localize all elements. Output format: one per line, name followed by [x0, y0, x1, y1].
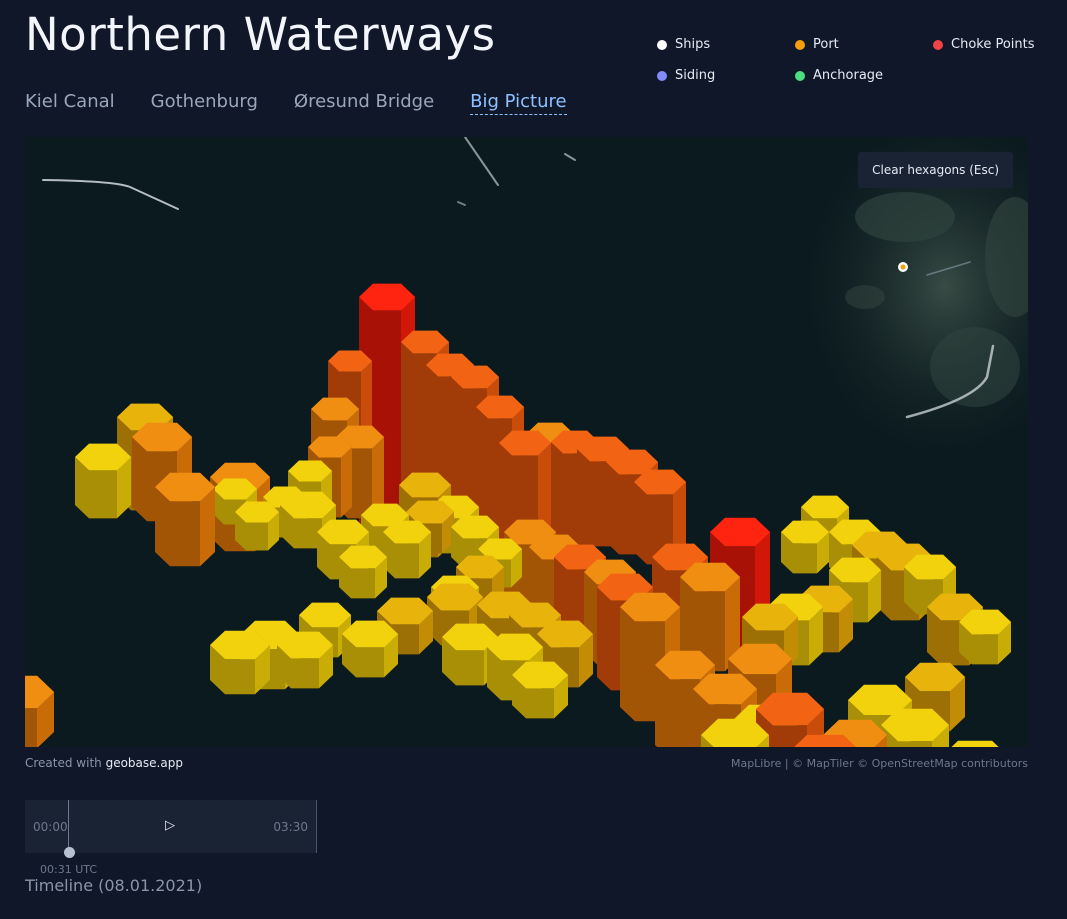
- hexagon-side: [246, 522, 268, 551]
- map-credit: Created with geobase.app: [25, 756, 183, 770]
- hexagon-column[interactable]: [512, 661, 568, 719]
- timeline-current-time: 00:31 UTC: [40, 863, 98, 876]
- tab-bar: Kiel Canal Gothenburg Øresund Bridge Big…: [25, 91, 567, 115]
- hexagon-column[interactable]: [383, 520, 431, 579]
- hexagon-side: [634, 482, 647, 565]
- hexagon-column[interactable]: [339, 545, 387, 599]
- hexagon-side: [291, 658, 319, 689]
- hexagon-side: [793, 543, 817, 574]
- hexagon-layer: [25, 137, 1028, 747]
- port-dot-icon: [795, 39, 805, 50]
- hexagon-side: [620, 607, 635, 722]
- timeline-start: 00:00: [33, 820, 68, 834]
- hexagon-column[interactable]: [75, 443, 131, 519]
- ship-marker-core: [900, 264, 906, 270]
- ships-dot-icon: [657, 39, 667, 50]
- legend-label: Anchorage: [813, 68, 884, 83]
- tab-gothenburg[interactable]: Gothenburg: [151, 91, 258, 115]
- hexagon-column[interactable]: [342, 620, 398, 678]
- hexagon-side: [456, 650, 484, 686]
- legend-label: Choke Points: [951, 37, 1035, 52]
- hexagon-side: [170, 501, 200, 567]
- hexagon-side: [132, 437, 147, 522]
- page-title: Northern Waterways: [25, 8, 496, 61]
- map-attribution: MapLibre | © MapTiler © OpenStreetMap co…: [730, 757, 1028, 770]
- hexagon-side: [395, 543, 419, 579]
- timeline-label: Timeline (08.01.2021): [25, 876, 203, 895]
- hexagon-side: [25, 708, 37, 747]
- hexagon-column[interactable]: [781, 520, 829, 574]
- tab-oresund-bridge[interactable]: Øresund Bridge: [294, 91, 434, 115]
- play-icon[interactable]: ▷: [165, 818, 175, 833]
- legend-item-port[interactable]: Port: [795, 37, 933, 52]
- hexagon-side: [351, 568, 375, 599]
- choke-points-dot-icon: [933, 39, 943, 50]
- legend-item-ships[interactable]: Ships: [657, 37, 795, 52]
- hexagon-side: [577, 449, 590, 547]
- geobase-link[interactable]: geobase.app: [106, 756, 183, 770]
- timeline-end: 03:30: [273, 820, 308, 834]
- hexagon-column[interactable]: [959, 609, 1011, 665]
- timeline-slider[interactable]: 00:00 ▷ 03:30: [25, 800, 317, 858]
- hexagon-side: [606, 462, 619, 555]
- hexagon-column[interactable]: [277, 631, 333, 689]
- hexagon-side: [655, 665, 670, 747]
- hexagon-side: [972, 634, 998, 665]
- hexagon-side: [898, 741, 932, 747]
- siding-dot-icon: [657, 70, 667, 81]
- hexagon-side: [225, 659, 255, 695]
- legend-label: Ships: [675, 37, 711, 52]
- legend-item-choke-points[interactable]: Choke Points: [933, 37, 1043, 52]
- hexagon-side: [356, 647, 384, 678]
- legend-item-anchorage[interactable]: Anchorage: [795, 68, 933, 83]
- hexagon-side: [89, 470, 117, 519]
- tab-kiel-canal[interactable]: Kiel Canal: [25, 91, 115, 115]
- tab-big-picture[interactable]: Big Picture: [470, 91, 567, 115]
- hexagon-column[interactable]: [210, 630, 270, 695]
- timeline-cursor: [68, 800, 69, 853]
- map-legend: Ships Port Choke Points Siding Anchorage: [657, 37, 1043, 83]
- hexagon-side: [526, 688, 554, 719]
- clear-hexagons-button[interactable]: Clear hexagons (Esc): [858, 152, 1013, 188]
- timeline-handle[interactable]: [64, 847, 75, 858]
- legend-item-siding[interactable]: Siding: [657, 68, 795, 83]
- map-canvas[interactable]: Clear hexagons (Esc): [25, 137, 1028, 747]
- legend-label: Port: [813, 37, 839, 52]
- hexagon-column[interactable]: [235, 501, 279, 551]
- credit-prefix: Created with: [25, 756, 102, 770]
- hexagon-side: [597, 587, 611, 691]
- hexagon-side: [341, 447, 352, 518]
- legend-label: Siding: [675, 68, 716, 83]
- hexagon-column[interactable]: [155, 472, 215, 567]
- anchorage-dot-icon: [795, 70, 805, 81]
